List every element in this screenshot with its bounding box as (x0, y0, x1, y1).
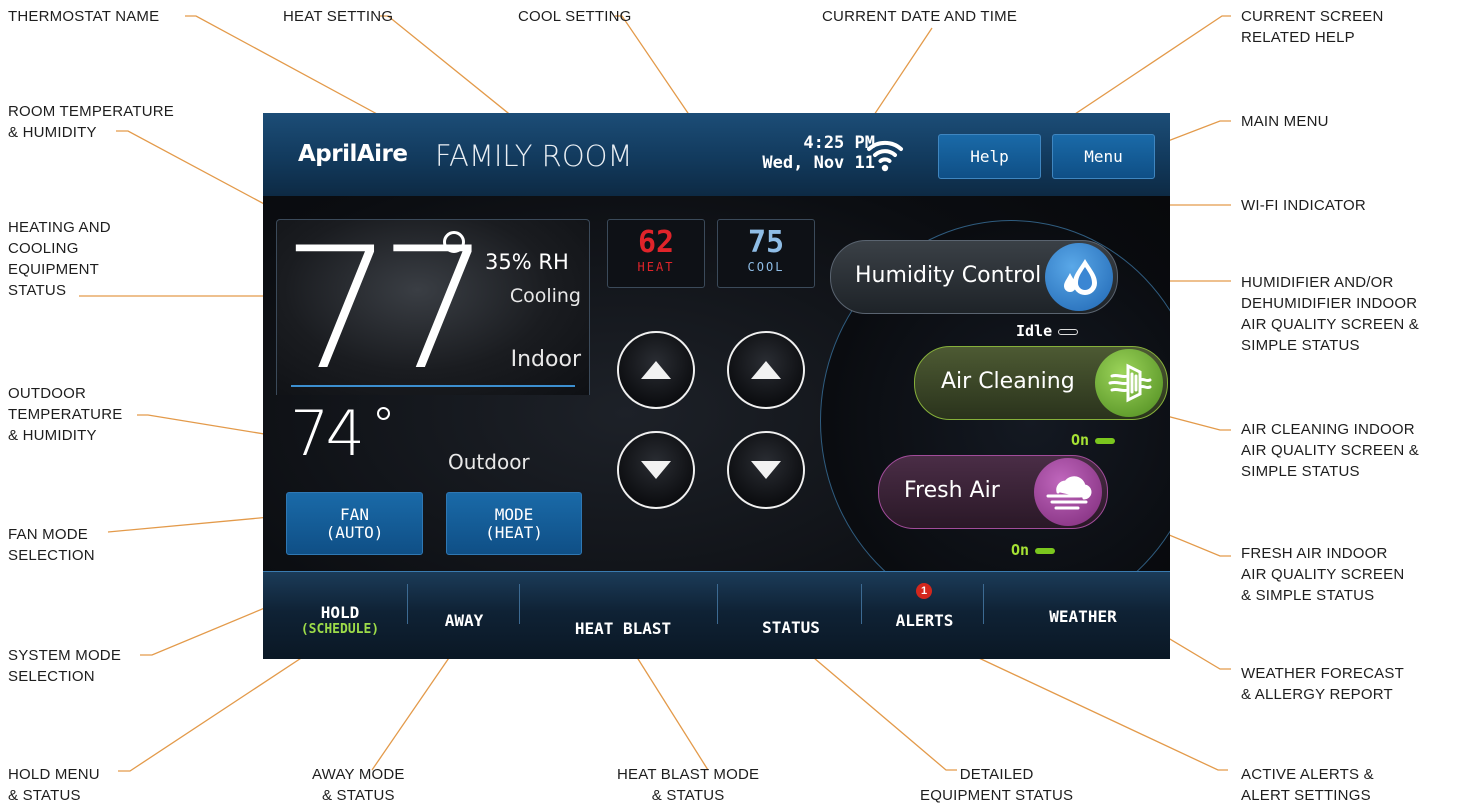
thermostat-name: FAMILY ROOM (435, 139, 633, 173)
temperature-divider (291, 385, 575, 387)
fresh-air-button[interactable]: Fresh Air (878, 455, 1108, 529)
leader-status (793, 640, 957, 771)
nav-separator (861, 584, 862, 624)
air-cleaning-state: On (1071, 431, 1116, 449)
callout-room-temp-humidity: ROOM TEMPERATURE & HUMIDITY (8, 103, 174, 141)
callout-fresh-air-status: FRESH AIR INDOOR AIR QUALITY SCREEN & SI… (1241, 545, 1405, 604)
alerts-button[interactable]: ALERTS (877, 611, 972, 630)
callout-current-date-time: CURRENT DATE AND TIME (822, 8, 1018, 25)
humidity-control-label: Humidity Control (855, 263, 1042, 288)
callout-humidifier-status: HUMIDIFIER AND/OR DEHUMIDIFIER INDOOR AI… (1241, 274, 1419, 354)
heat-blast-button[interactable]: HEAT BLAST (553, 619, 693, 638)
fan-mode-button[interactable]: FAN (AUTO) (286, 492, 423, 555)
heat-up-button[interactable] (617, 331, 695, 409)
callout-air-cleaning-status: AIR CLEANING INDOOR AIR QUALITY SCREEN &… (1241, 421, 1419, 480)
nav-separator (519, 584, 520, 624)
heat-setpoint-value: 62 (637, 225, 675, 260)
cool-setpoint[interactable]: 75 COOL (717, 219, 815, 288)
callout-away-mode: AWAY MODE & STATUS (312, 766, 405, 804)
weather-button[interactable]: WEATHER (1023, 607, 1143, 626)
callout-fan-mode-selection: FAN MODE SELECTION (8, 526, 95, 564)
away-button[interactable]: AWAY (423, 611, 505, 630)
idle-indicator (1058, 328, 1079, 335)
arrow-down-icon (641, 461, 671, 479)
callout-heat-blast-mode: HEAT BLAST MODE & STATUS (617, 766, 760, 804)
leader-hold (118, 642, 325, 772)
alerts-count-badge: 1 (916, 583, 932, 599)
outdoor-degree-symbol (377, 407, 390, 420)
callout-active-alerts: ACTIVE ALERTS & ALERT SETTINGS (1241, 766, 1374, 804)
mode-button-title: MODE (494, 504, 534, 524)
cool-setpoint-value: 75 (747, 225, 785, 260)
callout-detailed-equipment: DETAILED EQUIPMENT STATUS (920, 766, 1074, 804)
callout-system-mode-selection: SYSTEM MODE SELECTION (8, 647, 122, 685)
status-button[interactable]: STATUS (741, 618, 841, 637)
equipment-status: Cooling (509, 285, 581, 307)
callout-heat-setting: HEAT SETTING (283, 8, 394, 25)
indoor-degree-symbol (443, 231, 465, 253)
top-bar: AprilAire FAMILY ROOM 4:25 PM Wed, Nov 1… (263, 113, 1170, 196)
hold-status: (SCHEDULE) (300, 622, 380, 637)
thermostat-screen: AprilAire FAMILY ROOM 4:25 PM Wed, Nov 1… (263, 113, 1170, 659)
cool-up-button[interactable] (727, 331, 805, 409)
humidity-control-state: Idle (1016, 322, 1079, 340)
heat-setpoint[interactable]: 62 HEAT (607, 219, 705, 288)
indoor-label: Indoor (510, 347, 581, 372)
arrow-down-icon (751, 461, 781, 479)
air-cleaning-button[interactable]: Air Cleaning (914, 346, 1168, 420)
help-button[interactable]: Help (938, 134, 1041, 179)
fresh-air-state-text: On (1011, 541, 1030, 559)
nav-separator (983, 584, 984, 624)
callout-heating-cooling-status: HEATING AND COOLING EQUIPMENT STATUS (8, 219, 111, 299)
clock-date: Wed, Nov 11 (762, 153, 875, 173)
cool-setpoint-label: COOL (747, 260, 785, 274)
nav-separator (717, 584, 718, 624)
heat-setpoint-label: HEAT (637, 260, 675, 274)
humidity-control-button[interactable]: Humidity Control (830, 240, 1118, 314)
mode-button-value: (HEAT) (485, 522, 543, 542)
water-drop-icon (1045, 243, 1113, 311)
outdoor-temperature[interactable]: 74 (290, 403, 365, 465)
hold-label: HOLD (320, 603, 360, 622)
callout-weather-forecast: WEATHER FORECAST & ALLERGY REPORT (1241, 665, 1404, 703)
clock-time: 4:25 PM (803, 133, 875, 153)
fan-button-title: FAN (340, 504, 369, 524)
fan-button-value: (AUTO) (325, 522, 384, 542)
air-cleaning-state-text: On (1071, 431, 1090, 449)
wifi-icon (867, 140, 903, 172)
callout-wifi-indicator: WI-FI INDICATOR (1241, 197, 1366, 214)
on-indicator (1035, 547, 1056, 554)
cloud-wind-icon (1034, 458, 1102, 526)
fresh-air-label: Fresh Air (904, 478, 1000, 503)
callout-cool-setting: COOL SETTING (518, 8, 632, 25)
callout-hold-menu: HOLD MENU & STATUS (8, 766, 100, 804)
humidity-control-state-text: Idle (1016, 322, 1053, 340)
leader-heat-blast (627, 642, 709, 771)
callout-outdoor-temp-humidity: OUTDOOR TEMPERATURE & HUMIDITY (8, 385, 123, 444)
heat-down-button[interactable] (617, 431, 695, 509)
air-cleaning-label: Air Cleaning (941, 369, 1075, 394)
arrow-up-icon (751, 361, 781, 379)
callout-thermostat-name: THERMOSTAT NAME (8, 8, 160, 25)
indoor-humidity: 35% RH (485, 250, 569, 274)
date-time: 4:25 PM Wed, Nov 11 (760, 133, 875, 173)
system-mode-button[interactable]: MODE (HEAT) (446, 492, 582, 555)
cool-down-button[interactable] (727, 431, 805, 509)
menu-button[interactable]: Menu (1052, 134, 1155, 179)
callout-current-screen-help: CURRENT SCREEN RELATED HELP (1241, 8, 1384, 46)
on-indicator (1095, 437, 1116, 444)
hold-button[interactable]: HOLD (SCHEDULE) (285, 603, 395, 637)
air-filter-icon (1095, 349, 1163, 417)
outdoor-label: Outdoor (448, 450, 530, 474)
nav-separator (407, 584, 408, 624)
brand-logo: AprilAire (298, 141, 408, 167)
callout-main-menu: MAIN MENU (1241, 113, 1329, 130)
fresh-air-state: On (1011, 541, 1056, 559)
arrow-up-icon (641, 361, 671, 379)
